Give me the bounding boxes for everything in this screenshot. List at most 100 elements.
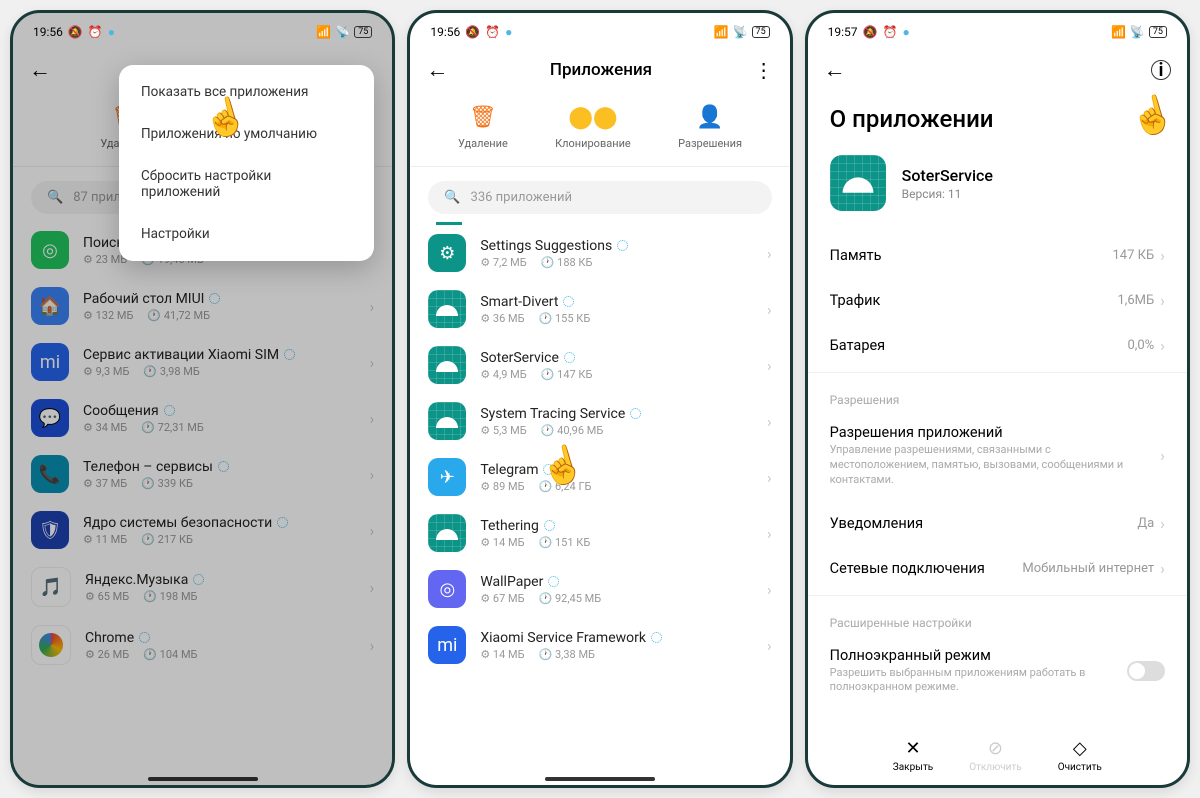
nav-bar[interactable] xyxy=(148,777,258,781)
app-row[interactable]: Tethering⚙ 14 МБ🕐 151 КБ› xyxy=(410,505,789,561)
status-time: 19:57 xyxy=(828,25,858,39)
chevron-icon: › xyxy=(370,521,375,540)
back-button[interactable]: ← xyxy=(824,57,846,83)
spinner-icon xyxy=(139,632,150,643)
app-row[interactable]: 💬Сообщения⚙ 34 МБ🕐 72,31 МБ› xyxy=(13,390,392,446)
action-perms[interactable]: 👤Разрешения xyxy=(678,103,742,150)
chevron-icon: › xyxy=(370,465,375,484)
section-perms: Разрешения xyxy=(808,377,1187,411)
chevron-icon: › xyxy=(767,524,772,543)
app-header: SoterService Версия: 11 xyxy=(808,143,1187,223)
app-icon: ◎ xyxy=(428,570,466,608)
status-bar: 19:56 🔕 ⏰ ● 📶 📡 75 xyxy=(410,13,789,47)
action-delete[interactable]: 🗑Удаление xyxy=(458,103,508,150)
app-row[interactable]: Smart-Divert⚙ 36 МБ🕐 155 КБ› xyxy=(410,281,789,337)
app-row[interactable]: Chrome⚙ 26 МБ🕐 104 МБ› xyxy=(13,616,392,674)
menu-reset[interactable]: Сбросить настройки приложений xyxy=(119,155,374,213)
spinner-icon xyxy=(218,461,229,472)
app-list: ⚙Settings Suggestions⚙ 7,2 МБ🕐 188 КБ› S… xyxy=(410,225,789,673)
app-icon xyxy=(428,346,466,384)
back-button[interactable]: ← xyxy=(29,57,51,83)
app-row[interactable]: ◎WallPaper⚙ 67 МБ🕐 92,45 МБ› xyxy=(410,561,789,617)
spinner-icon xyxy=(543,464,554,475)
app-row[interactable]: miСервис активации Xiaomi SIM⚙ 9,3 МБ🕐 3… xyxy=(13,334,392,390)
app-row[interactable]: 🛡Ядро системы безопасности⚙ 11 МБ🕐 217 К… xyxy=(13,502,392,558)
chevron-icon: › xyxy=(767,468,772,487)
spinner-icon xyxy=(651,632,662,643)
app-icon: 🏠 xyxy=(31,287,69,325)
app-icon: 🛡 xyxy=(31,511,69,549)
action-close[interactable]: ✕Закрыть xyxy=(893,738,933,773)
menu-settings[interactable]: Настройки xyxy=(119,213,374,255)
app-icon: ◎ xyxy=(31,231,69,269)
signal-icon: 📶 xyxy=(714,25,729,39)
app-icon: ✈ xyxy=(428,458,466,496)
status-time: 19:56 xyxy=(33,25,63,39)
spinner-icon xyxy=(630,408,641,419)
app-icon: 🎵 xyxy=(31,567,71,607)
app-row[interactable]: System Tracing Service⚙ 5,3 МБ🕐 40,96 МБ… xyxy=(410,393,789,449)
app-row[interactable]: ✈Telegram⚙ 89 МБ🕐 6,24 ГБ› xyxy=(410,449,789,505)
close-icon: ✕ xyxy=(905,738,920,759)
chevron-icon: › xyxy=(370,353,375,372)
chevron-icon: › xyxy=(767,300,772,319)
action-row: 🗑Удаление ⬤⬤Клонирование 👤Разрешения xyxy=(410,93,789,167)
wifi-icon: 📡 xyxy=(335,25,350,39)
battery-icon: 75 xyxy=(354,26,372,38)
header: ← i xyxy=(808,47,1187,93)
app-icon: 📞 xyxy=(31,455,69,493)
bottom-actions: ✕Закрыть ⊘Отключить ◇Очистить xyxy=(808,738,1187,773)
toggle-fullscreen[interactable] xyxy=(1127,661,1165,681)
row-app-perms[interactable]: Разрешения приложений Управление разреше… xyxy=(808,411,1187,501)
back-button[interactable]: ← xyxy=(426,57,448,83)
app-row[interactable]: 🎵Яндекс.Музыка⚙ 65 МБ🕐 198 МБ› xyxy=(13,558,392,616)
spinner-icon xyxy=(164,405,175,416)
alarm-icon: ⏰ xyxy=(485,25,500,39)
chevron-icon: › xyxy=(370,409,375,428)
action-clear[interactable]: ◇Очистить xyxy=(1058,738,1102,773)
search-icon: 🔍 xyxy=(444,190,460,205)
row-traffic[interactable]: Трафик1,6МБ› xyxy=(808,278,1187,323)
app-icon: mi xyxy=(31,343,69,381)
popup-menu: Показать все приложения Приложения по ум… xyxy=(119,65,374,261)
bell-off-icon: 🔕 xyxy=(68,25,83,39)
row-memory[interactable]: Память147 КБ› xyxy=(808,233,1187,278)
chevron-icon: › xyxy=(1160,514,1165,533)
dot-icon: ● xyxy=(902,25,909,39)
trash-icon: 🗑 xyxy=(469,103,497,131)
search-box[interactable]: 🔍 336 приложений xyxy=(428,181,771,214)
app-row[interactable]: miXiaomi Service Framework⚙ 14 МБ🕐 3,38 … xyxy=(410,617,789,673)
app-row[interactable]: ⚙Settings Suggestions⚙ 7,2 МБ🕐 188 КБ› xyxy=(410,225,789,281)
battery-icon: 75 xyxy=(1149,26,1167,38)
app-icon: 💬 xyxy=(31,399,69,437)
phone-screen-2: 19:56 🔕 ⏰ ● 📶 📡 75 ← Приложения ⋮ 🗑Удале… xyxy=(407,10,792,788)
action-clone[interactable]: ⬤⬤Клонирование xyxy=(555,103,631,150)
app-icon xyxy=(31,625,71,665)
spinner-icon xyxy=(284,349,295,360)
app-row[interactable]: SoterService⚙ 4,9 МБ🕐 147 КБ› xyxy=(410,337,789,393)
app-row[interactable]: 🏠Рабочий стол MIUI⚙ 132 МБ🕐 41,72 МБ› xyxy=(13,278,392,334)
menu-show-all[interactable]: Показать все приложения xyxy=(119,71,374,113)
chevron-icon: › xyxy=(1160,446,1165,465)
row-battery[interactable]: Батарея0,0%› xyxy=(808,323,1187,368)
section-advanced: Расширенные настройки xyxy=(808,600,1187,634)
info-button[interactable]: i xyxy=(1151,60,1171,80)
dot-icon: ● xyxy=(108,25,115,39)
alarm-icon: ⏰ xyxy=(88,25,103,39)
menu-default-apps[interactable]: Приложения по умолчанию xyxy=(119,113,374,155)
clear-icon: ◇ xyxy=(1073,738,1087,759)
row-network[interactable]: Сетевые подключенияМобильный интернет› xyxy=(808,546,1187,591)
app-name: SoterService xyxy=(902,166,993,185)
phone-screen-1: 19:56 🔕 ⏰ ● 📶 📡 75 ← 🗑 Удаление ⬤ анию 🔍… xyxy=(10,10,395,788)
chevron-icon: › xyxy=(370,636,375,655)
more-button[interactable]: ⋮ xyxy=(754,58,774,82)
row-notifications[interactable]: УведомленияДа› xyxy=(808,501,1187,546)
page-title: Приложения xyxy=(464,60,737,80)
search-text: 87 прил xyxy=(73,190,121,205)
signal-icon: 📶 xyxy=(316,25,331,39)
action-disable: ⊘Отключить xyxy=(969,738,1022,773)
row-fullscreen[interactable]: Полноэкранный режим Разрешить выбранным … xyxy=(808,634,1187,709)
nav-bar[interactable] xyxy=(545,777,655,781)
app-row[interactable]: 📞Телефон – сервисы⚙ 37 МБ🕐 339 КБ› xyxy=(13,446,392,502)
spinner-icon xyxy=(544,520,555,531)
